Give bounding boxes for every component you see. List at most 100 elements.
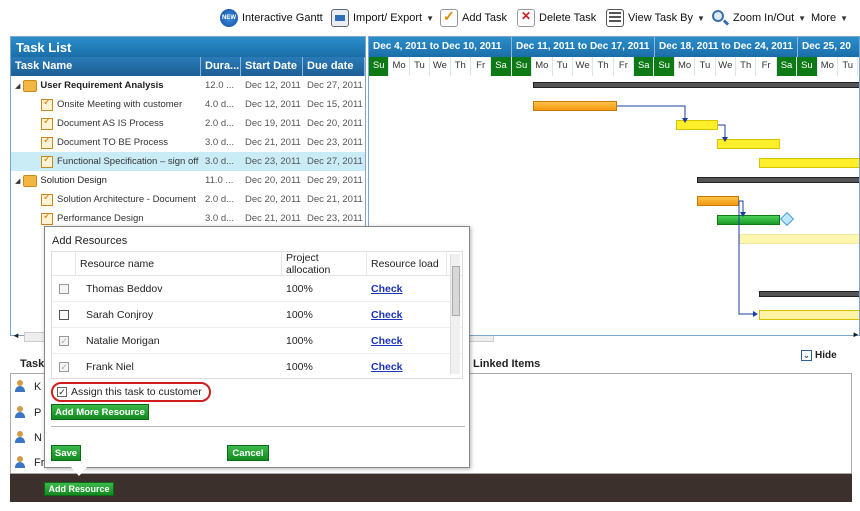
dialog-pointer xyxy=(70,466,88,476)
interactive-gantt-button[interactable]: NEW Interactive Gantt xyxy=(220,8,323,28)
scroll-left-icon[interactable]: ◄ xyxy=(12,331,20,340)
day-label: Sa xyxy=(776,57,798,76)
view-task-by-button[interactable]: View Task By ▼ xyxy=(606,8,705,28)
user-icon xyxy=(14,456,26,468)
day-label: Su xyxy=(369,57,390,76)
assign-to-customer-option[interactable]: ✓ Assign this task to customer xyxy=(51,382,211,402)
task-check-icon xyxy=(41,98,53,111)
milestone-task-icon xyxy=(41,155,53,168)
view-task-icon xyxy=(606,9,624,27)
milestone-task-icon xyxy=(41,212,53,225)
import-export-icon xyxy=(331,9,349,27)
gantt-day-header: Su Mo Tu We Th Fr Sa Su Mo Tu We Th Fr Sa Su Mo Tu We Th Fr… xyxy=(369,57,859,76)
day-label: Fr xyxy=(470,57,492,76)
new-badge-icon: NEW xyxy=(220,9,238,27)
day-label: Fr xyxy=(756,57,777,76)
linked-items-label[interactable]: Linked Items xyxy=(473,358,540,370)
week-label: Dec 4, 2011 to Dec 10, 2011 xyxy=(369,37,512,57)
dialog-divider xyxy=(51,426,465,427)
collapse-triangle-icon[interactable]: ◢ xyxy=(15,82,20,90)
chevron-down-icon: ▼ xyxy=(426,13,434,23)
resource-checkbox[interactable] xyxy=(59,309,69,320)
day-label: Mo xyxy=(389,57,410,76)
bottom-action-bar xyxy=(10,474,852,502)
save-button[interactable]: Save xyxy=(51,445,81,461)
check-load-link[interactable]: Check xyxy=(371,361,403,373)
delete-task-button[interactable]: ✕ Delete Task xyxy=(517,8,596,28)
week-label: Dec 18, 2011 to Dec 24, 2011 xyxy=(655,37,798,57)
table-row-selected[interactable]: Functional Specification – sign off 3.0 … xyxy=(11,152,365,171)
resource-checkbox[interactable] xyxy=(59,283,69,294)
check-load-link[interactable]: Check xyxy=(371,283,403,295)
more-button[interactable]: More ▼ xyxy=(811,8,848,28)
add-task-button[interactable]: ✓ Add Task xyxy=(440,8,507,28)
folder-icon xyxy=(23,174,38,187)
resource-row: Sarah Conjroy 100% Check xyxy=(52,302,462,328)
gantt-week-header: Dec 4, 2011 to Dec 10, 2011 Dec 11, 2011… xyxy=(369,37,859,57)
user-icon xyxy=(14,406,26,418)
folder-icon xyxy=(23,79,38,92)
zoom-button[interactable]: Zoom In/Out ▼ xyxy=(711,8,806,28)
dialog-title: Add Resources xyxy=(52,235,128,247)
day-label: Tu xyxy=(695,57,716,76)
task-check-icon xyxy=(41,193,53,206)
resource-table-header: Resource name Project allocation Resourc… xyxy=(52,252,462,276)
day-label: Fr xyxy=(613,57,635,76)
task-tab-label[interactable]: Task xyxy=(20,358,44,370)
chevron-down-icon: ▼ xyxy=(798,13,807,23)
task-list-title: Task List xyxy=(11,37,365,57)
user-icon xyxy=(14,431,26,443)
resource-row: ✓ Natalie Morigan 100% Check xyxy=(52,328,462,354)
table-row[interactable]: Document AS IS Process 2.0 d... Dec 19, … xyxy=(11,114,365,133)
collapse-triangle-icon[interactable]: ◢ xyxy=(15,177,20,185)
day-label: Th xyxy=(736,57,757,76)
zoom-icon xyxy=(711,9,730,27)
day-label: We xyxy=(572,57,594,76)
column-header-duration[interactable]: Dura... xyxy=(201,57,241,76)
add-task-icon: ✓ xyxy=(440,8,458,27)
check-load-link[interactable]: Check xyxy=(371,309,403,321)
add-resource-button[interactable]: Add Resource xyxy=(44,482,114,496)
table-row[interactable]: ◢ User Requirement Analysis 12.0 ... Dec … xyxy=(11,76,365,95)
day-label: Su xyxy=(511,57,533,76)
day-label: Su xyxy=(654,57,675,76)
day-label: Su xyxy=(797,57,818,76)
day-label: Mo xyxy=(817,57,838,76)
week-label: Dec 25, 20 xyxy=(798,37,859,57)
column-header-resource-load: Resource load xyxy=(367,252,447,275)
resource-checkbox-checked[interactable]: ✓ xyxy=(59,361,69,372)
day-label: We xyxy=(715,57,737,76)
task-check-icon xyxy=(41,117,53,130)
column-header-task-name[interactable]: Task Name xyxy=(11,57,201,76)
column-header-due-date[interactable]: Due date xyxy=(303,57,365,76)
resource-checkbox-checked[interactable]: ✓ xyxy=(59,335,69,346)
day-label: Th xyxy=(450,57,471,76)
check-load-link[interactable]: Check xyxy=(371,335,403,347)
scroll-thumb[interactable] xyxy=(452,266,460,316)
day-label: Sa xyxy=(491,57,512,76)
day-label: Mo xyxy=(532,57,553,76)
toolbar: NEW Interactive Gantt Import/ Export ▼ ✓ … xyxy=(0,0,860,36)
chevron-down-icon: ⌄ xyxy=(801,350,812,361)
column-header-project-allocation: Project allocation xyxy=(282,252,367,276)
table-row[interactable]: ◢ Solution Design 11.0 ... Dec 20, 2011 D… xyxy=(11,171,365,190)
chevron-down-icon: ▼ xyxy=(840,13,848,23)
day-label: Tu xyxy=(409,57,431,76)
user-icon xyxy=(14,380,26,392)
day-label: We xyxy=(430,57,451,76)
hide-button[interactable]: ⌄ Hide xyxy=(801,350,837,361)
chevron-down-icon: ▼ xyxy=(697,13,705,23)
day-label: Tu xyxy=(837,57,859,76)
import-export-button[interactable]: Import/ Export ▼ xyxy=(331,8,434,28)
add-more-resource-button[interactable]: Add More Resource xyxy=(51,404,149,420)
table-row[interactable]: Onsite Meeting with customer 4.0 d... De… xyxy=(11,95,365,114)
table-row[interactable]: Solution Architecture - Document 2.0 d..… xyxy=(11,190,365,209)
day-label: Sa xyxy=(634,57,655,76)
assign-checkbox-checked[interactable]: ✓ xyxy=(57,387,67,397)
cancel-button[interactable]: Cancel xyxy=(227,445,269,461)
column-header-start-date[interactable]: Start Date xyxy=(241,57,303,76)
table-row[interactable]: Document TO BE Process 3.0 d... Dec 21, … xyxy=(11,133,365,152)
resource-table-scrollbar[interactable] xyxy=(450,254,460,374)
resource-table: Resource name Project allocation Resourc… xyxy=(51,251,463,379)
gantt-scroll-right-icon[interactable]: ► xyxy=(852,330,860,339)
